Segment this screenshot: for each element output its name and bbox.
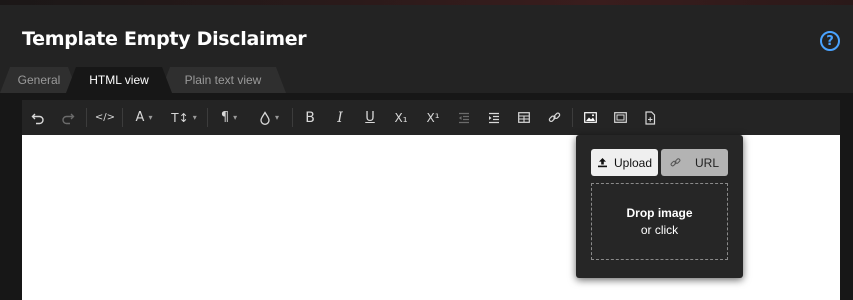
redo-icon[interactable] xyxy=(54,100,82,135)
tab-html-view[interactable]: HTML view xyxy=(66,67,172,93)
toolbar-divider xyxy=(207,108,208,127)
upload-icon xyxy=(597,157,608,168)
paragraph-glyph: ¶ xyxy=(220,110,230,125)
font-color-icon[interactable]: A ▾ xyxy=(126,100,162,135)
view-tabs: General Plain text view HTML view xyxy=(0,63,853,93)
undo-icon[interactable] xyxy=(24,100,52,135)
image-drop-zone[interactable]: Drop image or click xyxy=(591,183,728,260)
insert-image-popup: Upload URL Drop image or click xyxy=(576,135,743,278)
outdent-icon[interactable] xyxy=(450,100,478,135)
superscript-glyph: X¹ xyxy=(426,110,440,125)
insert-video-icon[interactable] xyxy=(606,100,634,135)
paragraph-format-icon[interactable]: ¶ ▾ xyxy=(211,100,247,135)
subscript-icon[interactable]: X₁ xyxy=(386,100,416,135)
url-button[interactable]: URL xyxy=(661,149,728,176)
code-view-icon[interactable]: </> xyxy=(90,100,120,135)
chevron-down-icon: ▾ xyxy=(233,113,238,122)
font-color-glyph: A xyxy=(135,110,145,125)
upload-label: Upload xyxy=(613,155,653,170)
toolbar-divider xyxy=(86,108,87,127)
toolbar-divider xyxy=(122,108,123,127)
background-color-icon[interactable]: ▾ xyxy=(250,100,288,135)
upload-button[interactable]: Upload xyxy=(591,149,658,176)
underline-glyph: U xyxy=(365,110,375,125)
toolbar-divider xyxy=(572,108,573,127)
drop-zone-title: Drop image xyxy=(626,205,693,220)
tab-general[interactable]: General xyxy=(0,67,78,93)
chevron-down-icon: ▾ xyxy=(274,113,279,122)
editor-toolbar: </> A ▾ T↕ ▾ ¶ ▾ ▾ B I U X₁ X¹ xyxy=(22,100,840,135)
insert-file-icon[interactable] xyxy=(636,100,664,135)
question-circle-icon[interactable]: ? xyxy=(820,31,840,51)
chevron-down-icon: ▾ xyxy=(192,113,197,122)
toolbar-divider xyxy=(292,108,293,127)
indent-icon[interactable] xyxy=(480,100,508,135)
bold-glyph: B xyxy=(305,109,315,126)
tab-plain-text-view[interactable]: Plain text view xyxy=(160,67,286,93)
underline-icon[interactable]: U xyxy=(356,100,384,135)
chevron-down-icon: ▾ xyxy=(148,113,153,122)
superscript-icon[interactable]: X¹ xyxy=(418,100,448,135)
page-header: Template Empty Disclaimer ? xyxy=(0,5,853,63)
link-icon xyxy=(670,157,681,168)
bold-icon[interactable]: B xyxy=(296,100,324,135)
italic-icon[interactable]: I xyxy=(326,100,354,135)
font-size-icon[interactable]: T↕ ▾ xyxy=(164,100,204,135)
insert-image-icon[interactable] xyxy=(576,100,604,135)
italic-glyph: I xyxy=(337,109,343,126)
font-size-glyph: T↕ xyxy=(171,110,189,125)
drop-zone-subtitle: or click xyxy=(640,222,679,237)
subscript-glyph: X₁ xyxy=(394,110,408,125)
url-label: URL xyxy=(694,155,719,170)
table-icon[interactable] xyxy=(510,100,538,135)
page-title: Template Empty Disclaimer xyxy=(22,28,307,50)
link-icon[interactable] xyxy=(540,100,568,135)
